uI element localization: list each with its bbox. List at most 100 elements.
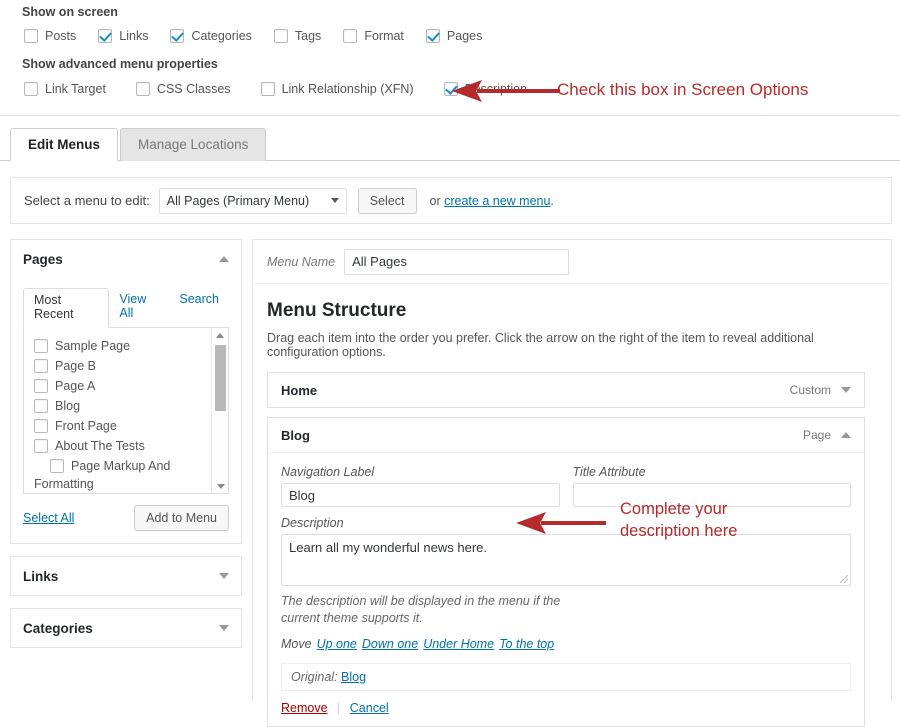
annotation-text-description: Complete your description here [620, 498, 737, 542]
page-list-item-label: Sample Page [55, 339, 131, 353]
scroll-down-button[interactable] [212, 479, 228, 493]
select-menu-label: Select a menu to edit: [24, 193, 150, 208]
page-list-item[interactable]: Page B [34, 356, 228, 376]
title-attribute-caption: Title Attribute [572, 465, 646, 479]
pages-panel-footer: Select All Add to Menu [23, 505, 229, 531]
menu-select-dropdown[interactable]: All Pages (Primary Menu) [158, 187, 347, 214]
tab-bar: Edit Menus Manage Locations [10, 127, 268, 161]
navigation-label-input[interactable]: Blog [281, 483, 560, 507]
cancel-link[interactable]: Cancel [350, 701, 389, 715]
move-link-up-one[interactable]: Up one [317, 637, 357, 651]
menu-item-home-type: Custom [789, 383, 831, 397]
page-list-item[interactable]: Blog [34, 396, 228, 416]
checkbox-checked-icon[interactable] [425, 29, 440, 43]
checkbox-icon[interactable] [24, 29, 38, 43]
menu-name-row: Menu Name All Pages [253, 240, 891, 284]
menu-item-blog[interactable]: Blog Page Navigation Label Blog Title At… [267, 417, 865, 727]
pages-panel-header[interactable]: Pages [11, 240, 241, 278]
menu-item-home-title: Home [281, 382, 318, 398]
page-list-item-label: Front Page [55, 419, 117, 433]
checkbox-checked-icon[interactable] [98, 29, 113, 43]
original-box: Original: Blog [281, 663, 851, 691]
checkbox-icon[interactable] [34, 339, 48, 353]
create-new-menu-link[interactable]: create a new menu [444, 194, 550, 208]
checkbox-icon[interactable] [273, 29, 288, 43]
advanced-checkbox-link-relationship-xfn[interactable]: Link Relationship (XFN) [260, 82, 414, 96]
page-list-item-label: Blog [55, 399, 81, 413]
scroll-up-icon [216, 333, 224, 338]
menu-item-blog-title: Blog [281, 427, 310, 443]
page-list-item[interactable]: Sample Page [34, 336, 228, 356]
menu-name-label: Menu Name [267, 254, 336, 269]
links-panel: Links [10, 556, 242, 596]
show-on-screen-checkbox-pages[interactable]: Pages [425, 29, 482, 43]
page-list-item[interactable]: Front Page [34, 416, 228, 436]
remove-link[interactable]: Remove [281, 701, 328, 715]
menu-name-input[interactable]: All Pages [344, 248, 570, 275]
checkbox-label: Posts [45, 29, 77, 43]
checkbox-label: Link Relationship (XFN) [281, 82, 414, 96]
scrollbar-thumb[interactable] [215, 345, 226, 411]
checkbox-icon[interactable] [260, 82, 275, 96]
annotation-arrow-description [516, 512, 606, 534]
show-on-screen-checkbox-tags[interactable]: Tags [273, 29, 321, 43]
annotation-arrow-top [452, 80, 560, 102]
pages-tab-most-recent[interactable]: Most Recent [23, 288, 110, 328]
menu-structure-help: Drag each item into the order you prefer… [267, 331, 814, 359]
checkbox-icon[interactable] [34, 419, 48, 433]
categories-panel-header[interactable]: Categories [11, 609, 241, 647]
original-link[interactable]: Blog [341, 670, 366, 684]
checkbox-label: Link Target [45, 82, 106, 96]
menu-item-home-meta: Custom [790, 383, 851, 397]
annotation-text-top: Check this box in Screen Options [557, 80, 809, 99]
description-textarea[interactable]: Learn all my wonderful news here. [281, 534, 851, 586]
checkbox-icon[interactable] [50, 459, 64, 473]
menu-item-home-header[interactable]: Home Custom [268, 373, 864, 407]
move-link-under-home[interactable]: Under Home [423, 637, 494, 651]
tab-edit-menus[interactable]: Edit Menus [10, 128, 119, 161]
select-all-link[interactable]: Select All [23, 511, 74, 525]
checkbox-checked-icon[interactable] [170, 29, 185, 43]
advanced-checkbox-link-target[interactable]: Link Target [24, 82, 106, 96]
checkbox-icon[interactable] [34, 359, 48, 373]
page-list-item[interactable]: Page Markup And [34, 456, 228, 476]
move-link-to-the-top[interactable]: To the top [499, 637, 554, 651]
scroll-down-icon [216, 484, 225, 489]
move-link-down-one[interactable]: Down one [362, 637, 418, 651]
checkbox-icon[interactable] [343, 29, 358, 43]
menu-item-blog-type: Page [802, 428, 831, 442]
menu-item-blog-header[interactable]: Blog Page [268, 418, 864, 452]
checkbox-label: CSS Classes [156, 82, 231, 96]
checkbox-icon[interactable] [34, 399, 48, 413]
move-label: Move [281, 637, 312, 651]
advanced-checkbox-css-classes[interactable]: CSS Classes [135, 82, 231, 96]
checkbox-icon[interactable] [24, 82, 38, 96]
chevron-up-icon[interactable] [219, 256, 229, 262]
page-list-item[interactable]: About The Tests [34, 436, 228, 456]
pages-tab-search[interactable]: Search [169, 288, 229, 327]
menu-item-home[interactable]: Home Custom [267, 372, 865, 408]
separator: | [337, 701, 341, 715]
chevron-down-icon[interactable] [219, 573, 229, 579]
chevron-up-icon[interactable] [841, 432, 851, 438]
pages-tab-view-all[interactable]: View All [109, 288, 169, 327]
links-panel-header[interactable]: Links [11, 557, 241, 595]
checkbox-icon[interactable] [135, 82, 150, 96]
add-to-menu-button[interactable]: Add to Menu [134, 505, 229, 531]
chevron-down-icon[interactable] [219, 625, 229, 631]
select-button[interactable]: Select [357, 187, 417, 214]
page-list-item[interactable]: Page A [34, 376, 228, 396]
show-on-screen-checkbox-format[interactable]: Format [343, 29, 404, 43]
checkbox-icon[interactable] [34, 379, 48, 393]
chevron-down-icon[interactable] [841, 387, 851, 393]
annotation-description-line2: description here [620, 522, 738, 540]
show-on-screen-checkbox-categories[interactable]: Categories [170, 29, 252, 43]
pages-list-scrollbar[interactable] [211, 328, 228, 493]
menu-structure-title: Menu Structure [267, 300, 407, 321]
scroll-up-button[interactable] [212, 328, 228, 343]
period: . [550, 193, 554, 208]
show-on-screen-checkbox-posts[interactable]: Posts [24, 29, 76, 43]
tab-manage-locations[interactable]: Manage Locations [120, 128, 267, 161]
checkbox-icon[interactable] [34, 439, 48, 453]
show-on-screen-checkbox-links[interactable]: Links [98, 29, 148, 43]
